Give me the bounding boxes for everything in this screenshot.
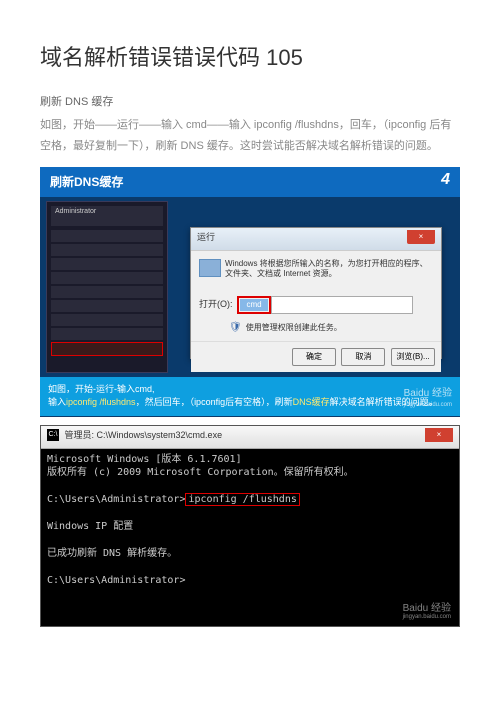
watermark-main: Baidu 经验: [403, 603, 451, 614]
term-line: 版权所有 (c) 2009 Microsoft Corporation。保留所有…: [47, 467, 354, 478]
open-label: 打开(O):: [199, 297, 233, 310]
figure-run-dialog: 刷新DNS缓存 4 Administrator × 运行: [40, 167, 460, 417]
term-prompt: C:\Users\Administrator>: [47, 494, 185, 505]
ok-button[interactable]: 确定: [292, 348, 336, 366]
start-menu-item: [51, 286, 163, 298]
intro-text: 刷新 DNS 缓存 如图，开始——运行——输入 cmd——输入 ipconfig…: [40, 92, 460, 157]
term-line: Microsoft Windows [版本 6.1.7601]: [47, 454, 242, 465]
start-menu-user: Administrator: [51, 206, 163, 226]
close-icon[interactable]: ×: [425, 428, 453, 442]
start-menu-item: [51, 300, 163, 312]
watermark-main: Baidu 经验: [404, 388, 452, 399]
run-input-field[interactable]: [271, 296, 413, 314]
cmd-title-prefix: 管理员:: [65, 430, 97, 440]
cancel-button[interactable]: 取消: [341, 348, 385, 366]
fig1-header: 刷新DNS缓存 4: [40, 167, 460, 197]
start-menu-item: [51, 272, 163, 284]
term-line: Windows IP 配置: [47, 521, 133, 532]
cmd-title-path: C:\Windows\system32\cmd.exe: [97, 430, 223, 440]
run-dialog-titlebar: × 运行: [191, 228, 441, 251]
admin-note: 使用管理权限创建此任务。: [229, 322, 433, 333]
intro-line2: 如图，开始——运行——输入 cmd——输入 ipconfig /flushdns…: [40, 115, 460, 157]
start-menu-item: [51, 328, 163, 340]
browse-button[interactable]: 浏览(B)...: [391, 348, 435, 366]
baidu-watermark: Baidu 经验 jingyan.baidu.com: [404, 386, 452, 410]
run-dialog-title: 运行: [197, 232, 215, 242]
baidu-watermark: Baidu 经验 jingyan.baidu.com: [403, 599, 451, 620]
start-menu-item: [51, 258, 163, 270]
figure-cmd-terminal: × C:\ 管理员: C:\Windows\system32\cmd.exe M…: [40, 425, 460, 627]
footer-line1: 如图，开始-运行-输入cmd,: [48, 383, 452, 397]
fig1-footer: 如图，开始-运行-输入cmd, 输入ipconfig /flushdns，然后回…: [40, 377, 460, 416]
close-icon[interactable]: ×: [407, 230, 435, 244]
cmd-highlight: cmd: [237, 296, 271, 314]
run-desc: Windows 将根据您所输入的名称，为您打开相应的程序、文件夹、文档或 Int…: [225, 259, 433, 280]
watermark-sub: jingyan.baidu.com: [404, 401, 452, 410]
term-line: 已成功刷新 DNS 解析缓存。: [47, 548, 177, 559]
start-menu-item: [51, 314, 163, 326]
terminal-output[interactable]: Microsoft Windows [版本 6.1.7601] 版权所有 (c)…: [41, 449, 459, 592]
cmd-input[interactable]: cmd: [240, 299, 268, 311]
start-menu-item: [51, 230, 163, 242]
intro-line1: 刷新 DNS 缓存: [40, 92, 460, 113]
fig1-header-label: 刷新DNS缓存: [50, 175, 123, 189]
watermark-sub: jingyan.baidu.com: [403, 614, 451, 620]
term-prompt: C:\Users\Administrator>: [47, 575, 185, 586]
cmd-icon: C:\: [47, 429, 59, 441]
start-menu-item: [51, 244, 163, 256]
term-cmd-highlight: ipconfig /flushdns: [185, 493, 299, 506]
start-menu: Administrator: [46, 201, 168, 373]
run-icon: [199, 259, 221, 277]
run-dialog: × 运行 Windows 将根据您所输入的名称，为您打开相应的程序、文件夹、文档…: [190, 227, 442, 359]
footer-line2: 输入ipconfig /flushdns，然后回车，（ipconfig后有空格）…: [48, 396, 452, 410]
step-number: 4: [441, 171, 450, 189]
cmd-titlebar: × C:\ 管理员: C:\Windows\system32\cmd.exe: [41, 426, 459, 449]
start-menu-run-item[interactable]: [51, 342, 163, 356]
page-title: 域名解析错误错误代码 105: [40, 40, 460, 72]
